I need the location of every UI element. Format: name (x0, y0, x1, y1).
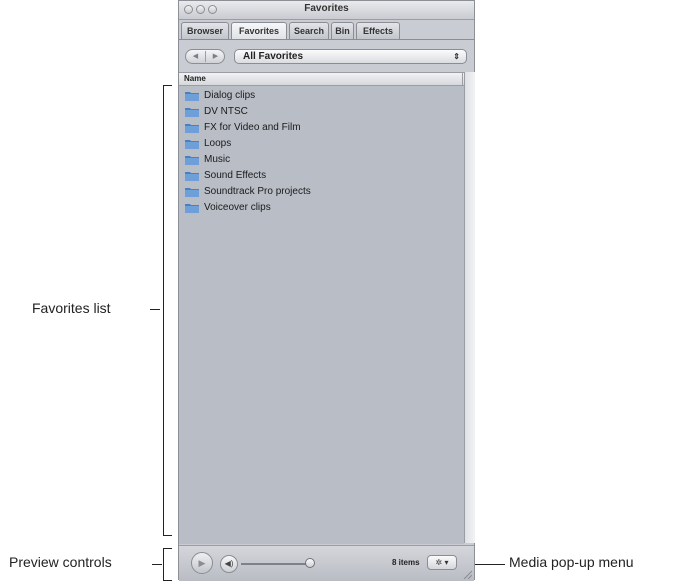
folder-icon (185, 187, 199, 197)
list-item[interactable]: Sound Effects (185, 168, 266, 184)
preview-controls-bar: ▶ ◀) 8 items ✲ ▾ (179, 545, 474, 581)
list-item-label: Soundtrack Pro projects (204, 186, 311, 197)
folder-icon (185, 107, 199, 117)
volume-slider-knob[interactable] (305, 558, 315, 568)
bracket-cap-bottom (163, 535, 172, 536)
callout-line (150, 309, 160, 310)
popup-arrows-icon: ⇕ (453, 52, 460, 61)
volume-slider[interactable] (241, 563, 307, 565)
favorites-popup[interactable]: All Favorites ⇕ (234, 49, 467, 64)
column-header-name[interactable]: Name (179, 73, 464, 86)
media-popup-menu[interactable]: ✲ ▾ (427, 555, 457, 570)
resize-grip-icon[interactable] (462, 569, 472, 579)
tab-favorites[interactable]: Favorites (231, 22, 287, 40)
favorites-list: Name Dialog clips DV NTSC FX for Video a… (179, 72, 464, 544)
list-item[interactable]: Soundtrack Pro projects (185, 184, 311, 200)
tab-search[interactable]: Search (289, 22, 329, 39)
folder-icon (185, 203, 199, 213)
bracket-favorites-list (163, 85, 164, 535)
folder-icon (185, 91, 199, 101)
list-item-label: Voiceover clips (204, 202, 271, 213)
list-item[interactable]: FX for Video and Film (185, 120, 301, 136)
bracket-cap-top (163, 548, 172, 549)
tab-divider (179, 39, 474, 40)
play-button[interactable]: ▶ (191, 552, 213, 574)
callout-favorites-list: Favorites list (32, 300, 111, 316)
folder-icon (185, 155, 199, 165)
folder-icon (185, 123, 199, 133)
favorites-window: Favorites Browser Favorites Search Bin E… (178, 0, 475, 581)
tab-effects[interactable]: Effects (356, 22, 400, 39)
navigation-row: ◀ ▶ All Favorites ⇕ (179, 45, 474, 69)
callout-line (152, 564, 162, 565)
folder-icon (185, 171, 199, 181)
volume-icon[interactable]: ◀) (220, 555, 238, 573)
item-count: 8 items (392, 558, 420, 567)
back-forward-control: ◀ ▶ (185, 49, 225, 64)
bracket-cap-top (163, 85, 172, 86)
column-header-label: Name (184, 74, 206, 83)
list-item[interactable]: Music (185, 152, 230, 168)
callout-preview-controls: Preview controls (9, 554, 112, 570)
forward-button[interactable]: ▶ (206, 50, 225, 63)
bracket-preview-controls (163, 548, 164, 581)
vertical-scrollbar[interactable] (464, 72, 475, 543)
title-bar[interactable]: Favorites (179, 1, 474, 20)
column-separator (462, 73, 463, 85)
folder-icon (185, 139, 199, 149)
list-item[interactable]: Loops (185, 136, 231, 152)
list-item-label: DV NTSC (204, 106, 248, 117)
tab-bin[interactable]: Bin (331, 22, 354, 39)
chevron-down-icon: ▾ (444, 558, 449, 567)
back-button[interactable]: ◀ (186, 50, 205, 63)
favorites-popup-value: All Favorites (243, 51, 304, 62)
list-item[interactable]: DV NTSC (185, 104, 248, 120)
list-item[interactable]: Dialog clips (185, 88, 255, 104)
list-item-label: Loops (204, 138, 232, 149)
callout-media-popup: Media pop-up menu (509, 554, 634, 570)
list-item-label: FX for Video and Film (204, 122, 301, 133)
list-item-label: Music (204, 154, 231, 165)
bracket-cap-bottom (163, 580, 172, 581)
window-title: Favorites (304, 3, 349, 14)
gear-icon: ✲ (435, 558, 443, 567)
tab-browser[interactable]: Browser (181, 22, 229, 39)
list-item-label: Dialog clips (204, 90, 256, 101)
list-item[interactable]: Voiceover clips (185, 200, 271, 216)
list-item-label: Sound Effects (204, 170, 267, 181)
